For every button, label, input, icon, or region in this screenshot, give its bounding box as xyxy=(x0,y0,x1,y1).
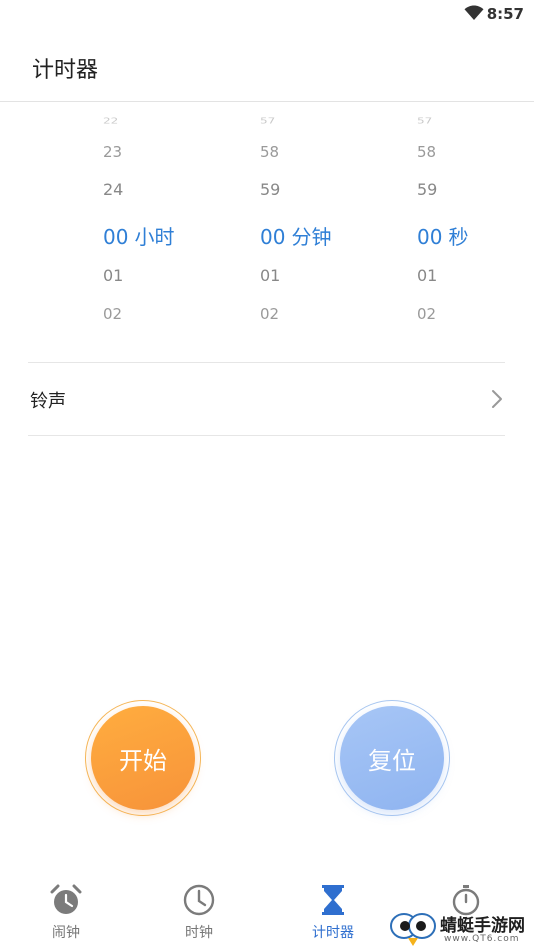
ringtone-label: 铃声 xyxy=(30,391,66,412)
nav-item-clock[interactable]: 时钟 xyxy=(149,870,249,949)
hourglass-icon xyxy=(322,885,344,915)
picker-value: 57 xyxy=(260,116,276,126)
watermark-url: www.QT6.com xyxy=(444,934,520,944)
picker-value: 57 xyxy=(417,116,433,126)
selected-minutes-value: 00 xyxy=(260,225,286,249)
nav-item-timer[interactable]: 计时器 xyxy=(283,870,383,949)
reset-button[interactable]: 复位 xyxy=(340,706,444,810)
wifi-icon xyxy=(464,5,484,20)
start-button-ring: 开始 xyxy=(85,700,201,816)
picker-value: 24 xyxy=(103,180,124,199)
picker-value: 58 xyxy=(260,143,280,161)
picker-value: 01 xyxy=(103,266,124,285)
picker-value: 02 xyxy=(260,305,280,323)
picker-value: 02 xyxy=(417,305,437,323)
hours-picker[interactable]: 22 23 24 00 小时 01 02 xyxy=(103,110,263,340)
nav-item-alarm[interactable]: 闹钟 xyxy=(16,870,116,949)
selected-hours-value: 00 xyxy=(103,225,129,249)
picker-selected: 00 小时 xyxy=(103,221,263,250)
picker-value: 59 xyxy=(417,180,438,199)
picker-value: 58 xyxy=(417,143,437,161)
picker-value: 02 xyxy=(103,305,123,323)
watermark: 蜻蜓手游网 www.QT6.com xyxy=(388,908,534,948)
picker-value: 01 xyxy=(260,266,281,285)
minutes-unit-label: 分钟 xyxy=(291,225,332,249)
picker-selected: 00 秒 xyxy=(417,221,534,250)
alarm-clock-icon xyxy=(50,884,82,914)
hours-unit-label: 小时 xyxy=(134,225,175,249)
picker-value: 01 xyxy=(417,266,438,285)
picker-value: 59 xyxy=(260,180,281,199)
status-time: 8:57 xyxy=(486,5,524,23)
nav-label: 闹钟 xyxy=(52,925,80,941)
clock-icon xyxy=(183,884,215,916)
nav-label: 时钟 xyxy=(185,925,213,941)
page-title: 计时器 xyxy=(32,58,99,83)
ringtone-row[interactable]: 铃声 xyxy=(28,363,505,435)
start-button[interactable]: 开始 xyxy=(91,706,195,810)
divider xyxy=(28,435,505,436)
seconds-unit-label: 秒 xyxy=(448,225,469,249)
selected-seconds-value: 00 xyxy=(417,225,443,249)
picker-value: 22 xyxy=(103,116,119,126)
nav-label: 计时器 xyxy=(312,925,354,941)
watermark-text: 蜻蜓手游网 xyxy=(440,916,525,936)
minutes-picker[interactable]: 57 58 59 00 分钟 01 02 xyxy=(260,110,420,340)
dragonfly-logo xyxy=(390,913,436,946)
picker-value: 23 xyxy=(103,143,123,161)
chevron-right-icon xyxy=(492,390,502,408)
seconds-picker[interactable]: 57 58 59 00 秒 01 02 xyxy=(417,110,534,340)
picker-selected: 00 分钟 xyxy=(260,221,420,250)
status-bar: 8:57 xyxy=(0,0,534,28)
reset-button-ring: 复位 xyxy=(334,700,450,816)
header-divider xyxy=(0,101,534,102)
